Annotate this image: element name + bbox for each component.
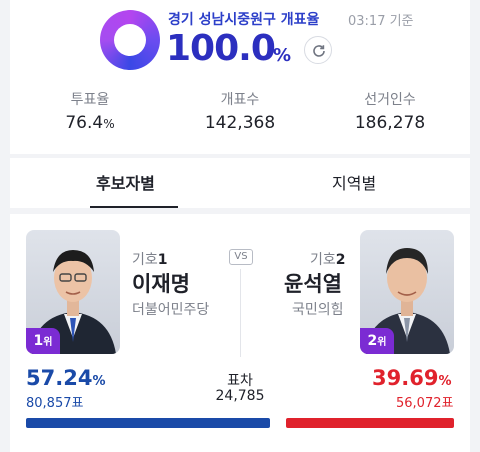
candidate-1-share-bar (26, 418, 270, 428)
divider (240, 269, 241, 357)
stat-label: 투표율 (70, 92, 110, 108)
stat-label: 개표수 (220, 92, 260, 108)
count-progress-ring-icon (100, 10, 160, 70)
candidate-1-percent: 57.24% (26, 366, 106, 390)
candidate-1-party: 더불어민주당 (132, 302, 210, 318)
count-rate-value: 100.0 (166, 28, 276, 69)
candidate-1-symbol: 기호1 (132, 252, 168, 268)
update-time: 03:17 기준 (348, 14, 414, 29)
vote-difference-label: 표차 (227, 373, 253, 389)
active-tab-indicator (90, 206, 178, 208)
refresh-button[interactable] (304, 36, 332, 64)
tab-by-region[interactable]: 지역별 (332, 170, 376, 194)
turnout-summary-card: 경기 성남시중원구 개표율 03:17 기준 100.0 % 투표율 76.4%… (10, 0, 470, 154)
tab-bar: 후보자별 지역별 (10, 158, 470, 208)
vs-badge: VS (229, 249, 253, 265)
candidate-1-name: 이재명 (132, 272, 190, 296)
stat-electorate: 선거인수 186,278 (315, 89, 465, 133)
refresh-icon (313, 45, 325, 57)
stat-value: 76.4% (65, 113, 115, 133)
candidate-2-votes: 56,072표 (396, 396, 454, 411)
candidate-1-votes: 80,857표 (26, 396, 84, 411)
candidate-2-symbol: 기호2 (310, 252, 346, 268)
candidate-2-percent: 39.69% (372, 366, 452, 390)
count-rate-unit: % (273, 45, 292, 66)
region-count-label: 경기 성남시중원구 개표율 (168, 12, 320, 28)
vote-difference-value: 24,785 (215, 388, 265, 404)
stat-value: 186,278 (354, 113, 426, 133)
candidate-1-photo: 1위 (26, 230, 120, 354)
candidate-2-party: 국민의힘 (292, 302, 344, 318)
rank-badge: 2위 (360, 328, 394, 354)
stat-turnout: 투표율 76.4% (15, 89, 165, 133)
tab-by-candidate[interactable]: 후보자별 (96, 170, 155, 194)
candidate-results-card: 1위 기호1 이재명 더불어민주당 VS 기호2 윤석열 국민의힘 2위 57.… (10, 214, 470, 452)
candidate-2-photo: 2위 (360, 230, 454, 354)
stat-label: 선거인수 (364, 92, 416, 108)
candidate-2-share-bar (286, 418, 454, 428)
stat-counted: 개표수 142,368 (165, 89, 315, 133)
candidate-2-name: 윤석열 (284, 272, 342, 296)
stat-value: 142,368 (204, 113, 276, 133)
rank-badge: 1위 (26, 328, 60, 354)
